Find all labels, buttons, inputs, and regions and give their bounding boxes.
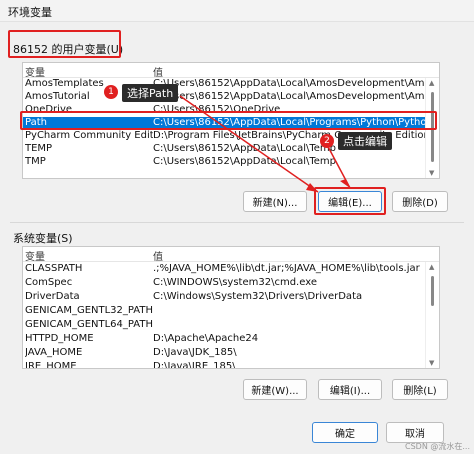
- column-header-variable[interactable]: 变量: [25, 64, 45, 79]
- window-title: 环境变量: [8, 6, 52, 19]
- column-header-variable[interactable]: 变量: [25, 248, 45, 263]
- section-divider: [10, 222, 464, 223]
- title-bar: 环境变量: [0, 0, 474, 22]
- system-delete-button[interactable]: 删除(L): [392, 379, 448, 400]
- system-list-header: 变量 值: [23, 247, 439, 263]
- table-row[interactable]: HTTPD_HOME D:\Apache\Apache24: [23, 333, 425, 346]
- table-row[interactable]: DriverData C:\Windows\System32\Drivers\D…: [23, 291, 425, 304]
- user-delete-button[interactable]: 删除(D): [392, 191, 448, 212]
- step-2-callout: 点击编辑: [338, 132, 392, 150]
- scroll-up-icon[interactable]: ▲: [429, 263, 434, 271]
- column-header-value[interactable]: 值: [153, 64, 163, 79]
- system-new-button[interactable]: 新建(W)...: [243, 379, 307, 400]
- ok-button[interactable]: 确定: [312, 422, 378, 443]
- table-row[interactable]: AmosTutorial C:\Users\86152\AppData\Loca…: [23, 91, 425, 104]
- scroll-up-icon[interactable]: ▲: [429, 79, 434, 87]
- annotation-box-path-row: [20, 111, 437, 130]
- table-row[interactable]: JAVA_HOME D:\Java\JDK_185\: [23, 347, 425, 360]
- system-variables-label: 系统变量(S): [13, 232, 73, 245]
- system-list-scrollbar[interactable]: ▲ ▼: [425, 262, 439, 368]
- system-variables-list[interactable]: 变量 值 CLASSPATH .;%JAVA_HOME%\lib\dt.jar;…: [22, 246, 440, 369]
- table-row[interactable]: GENICAM_GENTL32_PATH: [23, 305, 425, 318]
- table-row[interactable]: GENICAM_GENTL64_PATH: [23, 319, 425, 332]
- table-row[interactable]: JRE_HOME D:\Java\JRE_185\: [23, 361, 425, 368]
- annotation-box-edit-button: [314, 187, 386, 215]
- table-row[interactable]: TMP C:\Users\86152\AppData\Local\Temp: [23, 156, 425, 169]
- scroll-down-icon[interactable]: ▼: [429, 169, 434, 177]
- step-1-badge: 1: [104, 85, 118, 99]
- watermark-text: CSDN @流水在...: [405, 442, 470, 451]
- cancel-button[interactable]: 取消: [386, 422, 444, 443]
- table-row[interactable]: AmosTemplates C:\Users\86152\AppData\Loc…: [23, 78, 425, 91]
- scroll-down-icon[interactable]: ▼: [429, 359, 434, 367]
- annotation-box-user-label: [8, 30, 121, 58]
- column-header-value[interactable]: 值: [153, 248, 163, 263]
- scroll-thumb[interactable]: [431, 276, 434, 306]
- system-edit-button[interactable]: 编辑(I)...: [318, 379, 382, 400]
- user-list-header: 变量 值: [23, 63, 439, 79]
- step-1-callout: 选择Path: [122, 84, 179, 102]
- table-row[interactable]: ComSpec C:\WINDOWS\system32\cmd.exe: [23, 277, 425, 290]
- table-row[interactable]: CLASSPATH .;%JAVA_HOME%\lib\dt.jar;%JAVA…: [23, 263, 425, 276]
- user-new-button[interactable]: 新建(N)...: [243, 191, 307, 212]
- step-2-badge: 2: [320, 134, 334, 148]
